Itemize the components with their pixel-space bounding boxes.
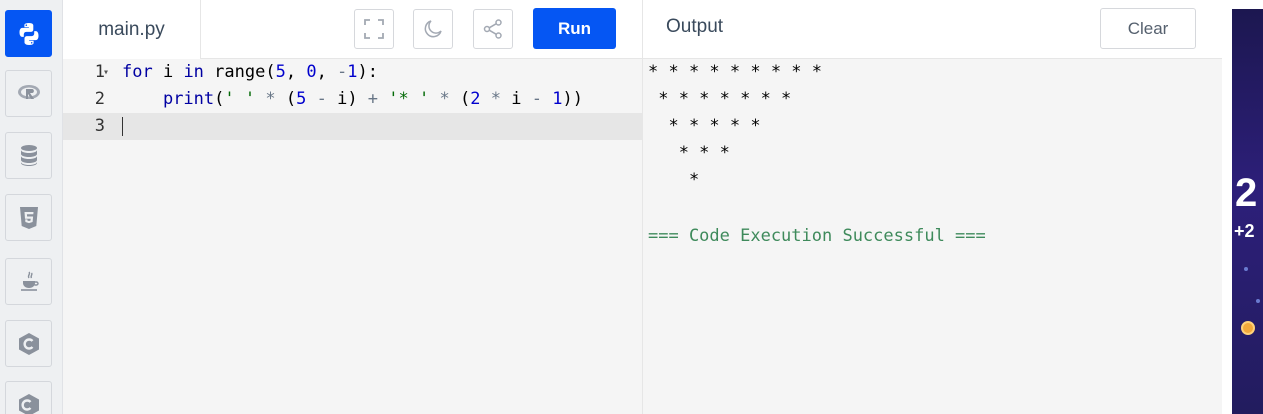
r-icon [17,84,40,99]
language-c-button[interactable] [5,320,52,367]
execution-status: === Code Execution Successful === [648,226,986,246]
language-r-button[interactable] [5,70,52,117]
output-console: * * * * * * * * * * * * * * * * * * * * … [642,59,1222,414]
python-icon [19,22,38,45]
fold-arrow-icon[interactable]: ▾ [103,59,109,86]
output-line: * * * [648,143,741,163]
ad-subtext: +2 [1234,221,1255,241]
output-header: Output Clear [642,0,1222,59]
fullscreen-icon [364,19,384,39]
file-tab[interactable]: main.py [63,0,201,59]
code-line-2: 2 print(' ' * (5 - i) + '* ' * (2 * i - … [63,86,642,113]
language-sidebar [0,0,63,414]
code-line-1: 1 ▾ for i in range(5, 0, -1): [63,59,642,86]
language-cpp-button[interactable] [5,381,52,414]
java-icon [20,271,39,291]
share-button[interactable] [473,9,513,49]
coin-icon [1241,321,1255,335]
cpp-icon [18,393,39,414]
ad-headline: 2 [1235,171,1258,215]
language-html-button[interactable] [5,194,52,241]
html5-icon [19,206,38,229]
output-line: * * * * * * * [648,89,802,109]
theme-toggle-button[interactable] [413,9,453,49]
code-text: for i in range(5, 0, -1): [122,62,379,82]
share-icon [483,19,502,39]
ad-banner[interactable]: 2 +2 [1232,9,1263,414]
run-button[interactable]: Run [533,8,616,49]
code-text: print(' ' * (5 - i) + '* ' * (2 * i - 1)… [162,89,583,109]
language-python-button[interactable] [5,10,52,57]
output-line: * [648,170,710,190]
code-line-3: 3 [63,113,642,140]
code-editor[interactable]: 1 ▾ for i in range(5, 0, -1): 2 print(' … [63,59,642,414]
fullscreen-button[interactable] [354,9,394,49]
line-number: 1 [94,62,105,82]
line-number: 3 [94,116,105,136]
ad-decoration [1256,299,1260,303]
database-icon [20,144,37,166]
output-line: * * * * * [648,116,771,136]
ad-gap [1222,0,1232,414]
output-title: Output [666,16,724,37]
editor-toolbar: main.py Run [63,0,642,59]
moon-icon [424,20,442,38]
clear-button[interactable]: Clear [1100,8,1196,49]
ad-decoration [1244,267,1248,271]
language-java-button[interactable] [5,258,52,305]
output-line: * * * * * * * * * [648,62,833,82]
text-cursor [122,117,123,136]
c-icon [18,332,39,355]
line-number: 2 [94,89,105,109]
language-sql-button[interactable] [5,132,52,179]
